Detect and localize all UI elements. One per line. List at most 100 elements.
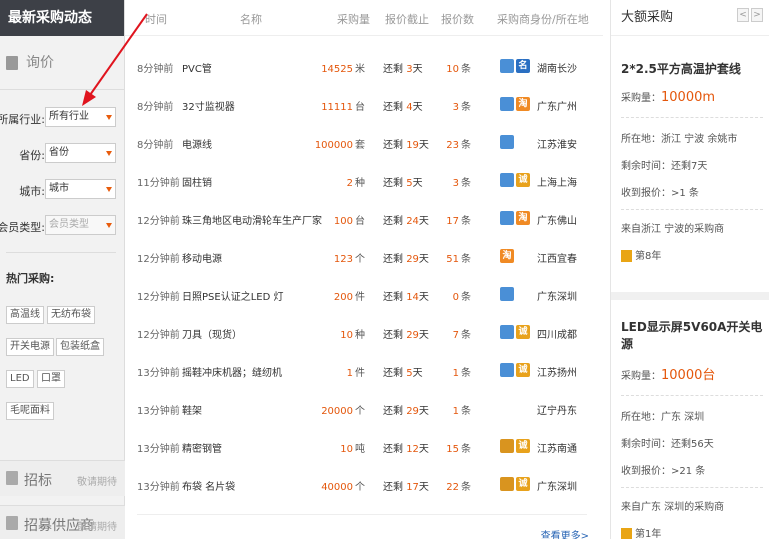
chevron-down-icon: [106, 187, 112, 192]
col-deadline: 报价截止: [385, 13, 429, 26]
table-row[interactable]: 8分钟前 PVC管 14525 米 还剩 3天 10 条 名湖南长沙: [125, 48, 603, 86]
row-location: 江苏扬州: [537, 368, 577, 379]
row-name-link[interactable]: PVC管: [182, 60, 212, 75]
table-row[interactable]: 12分钟前 移动电源 123 个 还剩 29天 51 条 淘 江西宜春: [125, 238, 603, 276]
hot-tag[interactable]: 包装纸盒: [56, 338, 104, 356]
row-bids-unit: 条: [461, 64, 471, 75]
row-quantity: 20000 个: [321, 402, 365, 417]
row-deadline: 还剩 5天: [383, 364, 423, 379]
row-deadline-prefix: 还剩: [383, 140, 403, 151]
row-deadline-unit: 天: [418, 444, 429, 455]
filter-member-type: 会员类型: 会员类型: [0, 215, 125, 237]
city-select[interactable]: 城市: [45, 179, 116, 199]
row-name-link[interactable]: 刀具（现货）: [182, 326, 242, 341]
view-more-link[interactable]: 查看更多>: [541, 527, 589, 539]
row-name-link[interactable]: 摇鞋冲床机器；缝纫机: [182, 364, 282, 379]
row-quantity-value: 11111: [321, 102, 353, 113]
row-time: 12分钟前: [137, 254, 180, 265]
row-name-link[interactable]: 鞋架: [182, 402, 202, 417]
row-location: 江苏淮安: [537, 140, 577, 151]
row-quantity-unit: 吨: [355, 444, 365, 455]
row-quantity-value: 1: [346, 368, 353, 379]
row-location: 广东深圳: [537, 482, 577, 493]
purchase-card[interactable]: 2*2.5平方高温护套线 采购量：10000m 所在地：浙江 宁波 余姚市 剩余…: [621, 60, 763, 262]
hot-tag[interactable]: 无纺布袋: [47, 306, 95, 324]
member-type-select[interactable]: 会员类型: [45, 215, 116, 235]
inquiry-tab[interactable]: 询价: [0, 36, 124, 90]
row-quantity-unit: 台: [355, 102, 365, 113]
row-bids: 17 条: [446, 212, 471, 227]
prev-arrow-icon[interactable]: <: [737, 8, 749, 22]
row-quantity-unit: 米: [355, 64, 365, 75]
card-years: 第1年: [621, 525, 763, 539]
next-arrow-icon[interactable]: >: [751, 8, 763, 22]
province-select[interactable]: 省份: [45, 143, 116, 163]
row-name-link[interactable]: 布袋 名片袋: [182, 478, 235, 493]
row-name-link[interactable]: 移动电源: [182, 250, 222, 265]
integrity-badge-icon: 诚: [516, 477, 530, 491]
row-deadline-days: 29: [406, 330, 419, 341]
table-row[interactable]: 11分钟前 固柱销 2 种 还剩 5天 3 条 诚上海上海: [125, 162, 603, 200]
row-deadline-unit: 天: [418, 254, 429, 265]
row-bids-value: 51: [446, 254, 459, 265]
row-quantity-value: 40000: [321, 482, 353, 493]
row-name-link[interactable]: 日照PSE认证之LED 灯: [182, 288, 283, 303]
row-deadline: 还剩 3天: [383, 60, 423, 75]
row-bids-value: 3: [452, 178, 459, 189]
row-deadline: 还剩 5天: [383, 174, 423, 189]
inquiry-label: 询价: [26, 55, 54, 71]
table-row[interactable]: 13分钟前 布袋 名片袋 40000 个 还剩 17天 22 条 诚广东深圳: [125, 466, 603, 504]
row-bids: 3条: [453, 98, 471, 113]
hot-tag[interactable]: 口罩: [37, 370, 65, 388]
table-row[interactable]: 13分钟前 摇鞋冲床机器；缝纫机 1 件还剩 5天 1 条诚江苏扬州: [125, 352, 603, 390]
row-name-link[interactable]: 电源线: [182, 136, 212, 151]
hot-tag[interactable]: LED: [6, 370, 34, 388]
row-deadline-days: 14: [406, 292, 419, 303]
card-quantity: 采购量：10000台: [621, 364, 763, 383]
row-bids-value: 10: [446, 64, 459, 75]
tender-label: 招标: [24, 473, 52, 489]
sidebar-item-recruit-supplier[interactable]: 招募供应商 敬请期待: [0, 505, 125, 539]
row-deadline: 还剩 14天: [383, 288, 429, 303]
row-deadline-prefix: 还剩: [383, 64, 403, 75]
divider: [621, 209, 763, 210]
row-location: 四川成都: [537, 330, 577, 341]
row-quantity-value: 100000: [314, 140, 353, 151]
sidebar-title: 最新采购动态: [0, 0, 124, 36]
row-quantity-unit: 个: [355, 406, 365, 417]
row-badges: 诚: [500, 325, 532, 341]
hot-tag[interactable]: 开关电源: [6, 338, 54, 356]
table-row[interactable]: 12分钟前 珠三角地区电动滑轮车生产厂家 100 台 还剩 24天 17 条 淘广东佛山: [125, 200, 603, 238]
hot-tag[interactable]: 高温线: [6, 306, 44, 324]
table-row[interactable]: 8分钟前 32寸监视器 11111 台 还剩 4天 3 条 淘广东广州: [125, 86, 603, 124]
row-deadline-unit: 天: [418, 140, 429, 151]
row-deadline-unit: 天: [418, 292, 429, 303]
table-row[interactable]: 13分钟前 精密钢管 10 吨 还剩 12天 15 条 诚江苏南通: [125, 428, 603, 466]
row-bids: 15 条: [446, 440, 471, 455]
divider: [621, 395, 763, 396]
table-row[interactable]: 13分钟前 鞋架 20000 个 还剩 29天 1 条 辽宁丹东: [125, 390, 603, 428]
row-bids-value: 1: [452, 406, 459, 417]
row-deadline-prefix: 还剩: [383, 102, 403, 113]
row-name-link[interactable]: 固柱销: [182, 174, 212, 189]
purchase-card[interactable]: LED显示屏5V60A开关电源 采购量：10000台 所在地：广东 深圳 剩余时…: [621, 318, 763, 539]
table-row[interactable]: 12分钟前 刀具（现货） 10 种 还剩 29天 7 条 诚四川成都: [125, 314, 603, 352]
row-name-link[interactable]: 珠三角地区电动滑轮车生产厂家: [182, 212, 322, 227]
row-bids-unit: 条: [461, 178, 471, 189]
row-quantity: 10 种: [340, 326, 365, 341]
row-deadline-unit: 天: [418, 406, 429, 417]
chevron-down-icon: [106, 151, 112, 156]
industry-select[interactable]: 所有行业: [45, 107, 116, 127]
row-quantity: 1件: [347, 364, 365, 379]
row-name-link[interactable]: 32寸监视器: [182, 98, 235, 113]
row-badges: [500, 135, 516, 151]
row-name-link[interactable]: 精密钢管: [182, 440, 222, 455]
table-header: 时间 名称 采购量 报价截止 报价数 采购商身份/所在地: [125, 0, 603, 36]
sidebar-item-tender[interactable]: 招标 敬请期待: [0, 460, 125, 496]
table-row[interactable]: 12分钟前 日照PSE认证之LED 灯 200 件 还剩 14天 0 条 广东深圳: [125, 276, 603, 314]
hot-tag[interactable]: 毛呢面料: [6, 402, 54, 420]
card-years: 第8年: [621, 247, 763, 262]
row-deadline-days: 17: [406, 482, 419, 493]
card-title: LED显示屏5V60A开关电源: [621, 320, 763, 351]
table-row[interactable]: 8分钟前 电源线 100000 套 还剩 19天 23 条 江苏淮安: [125, 124, 603, 162]
